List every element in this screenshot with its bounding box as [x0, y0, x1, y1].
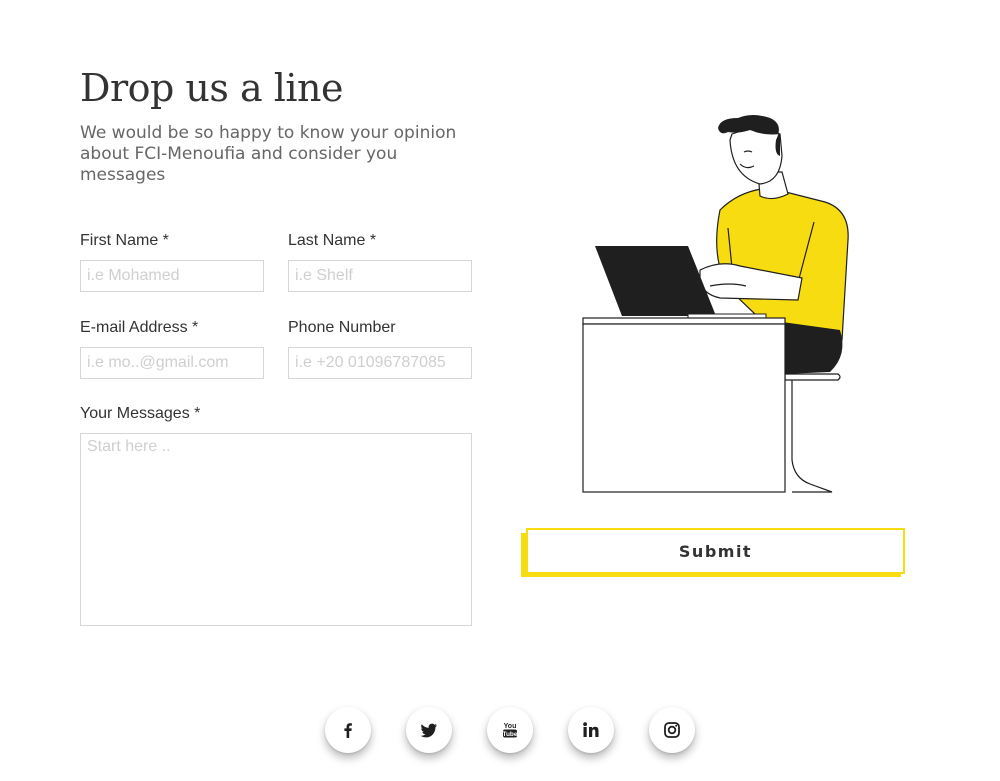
svg-text:You: You [504, 723, 517, 730]
submit-button[interactable]: Submit [526, 528, 905, 574]
submit-button-wrap: Submit [521, 528, 905, 578]
twitter-button[interactable] [406, 707, 452, 753]
email-label: E-mail Address * [80, 319, 199, 336]
first-name-label: First Name * [80, 232, 169, 249]
last-name-input[interactable] [288, 260, 472, 292]
man-working-at-laptop-illustration [582, 115, 849, 493]
youtube-icon: You Tube [502, 723, 517, 738]
linkedin-icon [583, 722, 599, 737]
twitter-icon [420, 723, 437, 738]
instagram-icon [664, 722, 680, 738]
page-title: Drop us a line [80, 66, 343, 110]
phone-input[interactable] [288, 347, 472, 379]
facebook-icon [344, 723, 352, 738]
facebook-button[interactable] [325, 707, 371, 753]
phone-label: Phone Number [288, 319, 396, 336]
last-name-label: Last Name * [288, 232, 377, 249]
instagram-button[interactable] [649, 707, 695, 753]
first-name-input[interactable] [80, 260, 264, 292]
message-textarea[interactable] [80, 433, 472, 626]
svg-text:Tube: Tube [502, 731, 517, 738]
email-input[interactable] [80, 347, 264, 379]
youtube-button[interactable]: You Tube [487, 707, 533, 753]
page-subtitle: We would be so happy to know your opinio… [80, 123, 457, 185]
message-label: Your Messages * [80, 405, 201, 422]
linkedin-button[interactable] [568, 707, 614, 753]
